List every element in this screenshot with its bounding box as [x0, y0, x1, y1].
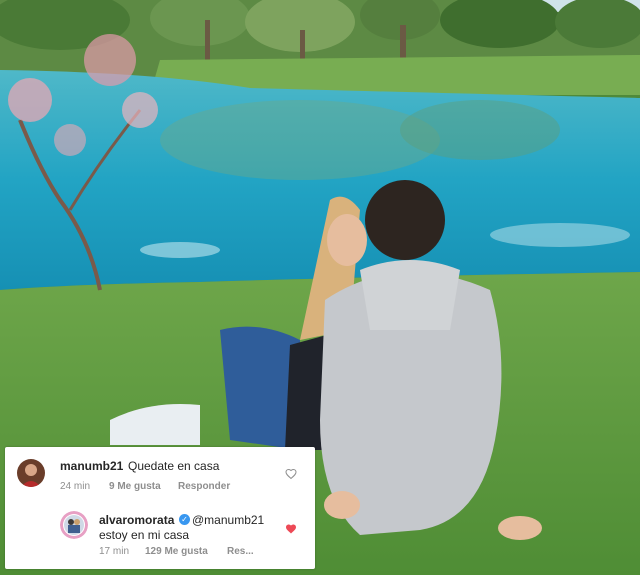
reply-button[interactable]: Responder [178, 481, 230, 492]
comment-thread-card: manumb21 Quedate en casa 24 min 9 Me gus… [5, 447, 315, 569]
verified-badge-icon: ✓ [179, 514, 190, 525]
comment-likes-count[interactable]: 129 Me gusta [145, 546, 208, 557]
avatar[interactable] [17, 459, 45, 487]
comment-likes-count[interactable]: 9 Me gusta [109, 481, 161, 492]
avatar[interactable] [60, 511, 88, 539]
heart-outline-icon[interactable] [285, 467, 297, 480]
avatar-image [60, 511, 88, 539]
comment-reply-item: alvaromorata ✓ @manumb21 estoy en mi cas… [5, 511, 315, 565]
comment-timestamp: 17 min [99, 546, 130, 557]
comment-username[interactable]: alvaromorata [99, 513, 174, 527]
reply-button[interactable]: Res... [227, 546, 254, 557]
avatar-image [17, 459, 45, 487]
comment-item: manumb21 Quedate en casa 24 min 9 Me gus… [5, 457, 315, 503]
comment-username[interactable]: manumb21 [60, 459, 123, 473]
heart-filled-icon[interactable] [285, 522, 297, 534]
comment-text: estoy en mi casa [99, 528, 190, 542]
comment-text: Quedate en casa [128, 459, 220, 473]
comment-mention[interactable]: @manumb21 [192, 513, 264, 527]
comment-timestamp: 24 min [60, 481, 91, 492]
